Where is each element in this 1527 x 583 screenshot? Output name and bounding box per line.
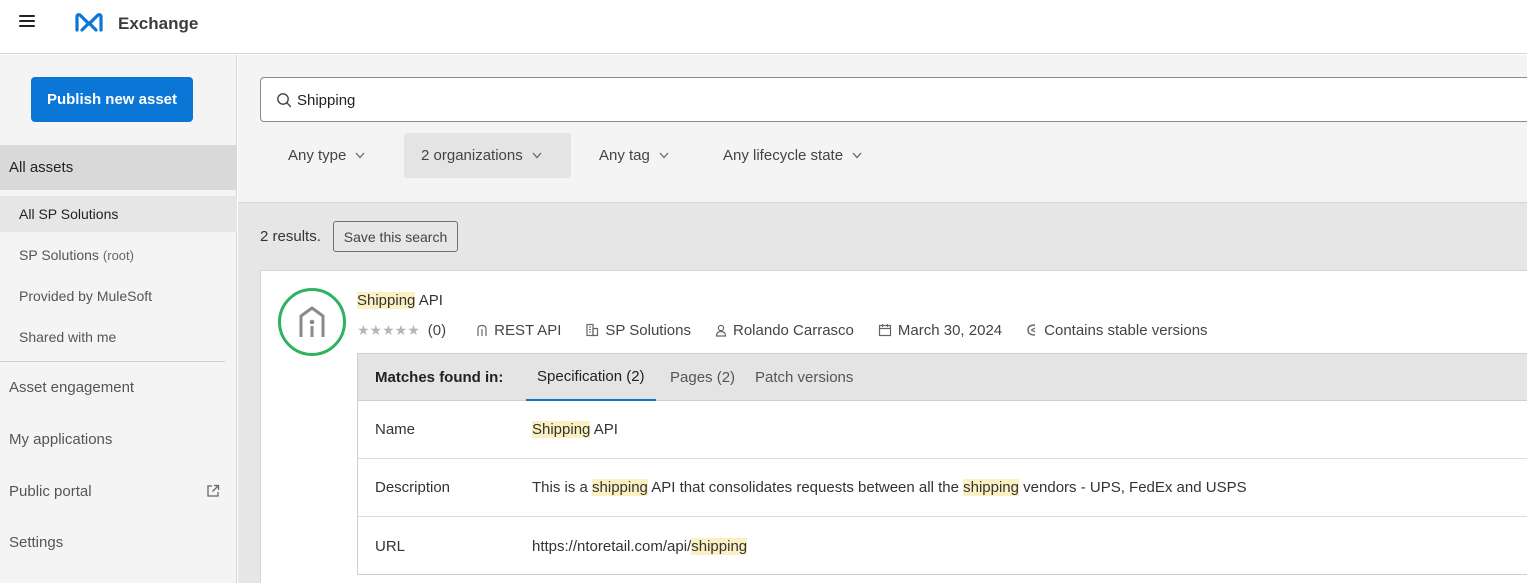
sidebar-item-label: Shared with me bbox=[19, 329, 117, 345]
tab-pages[interactable]: Pages (2) bbox=[670, 354, 735, 401]
search-bar[interactable] bbox=[260, 77, 1527, 122]
search-icon bbox=[277, 93, 292, 108]
save-search-button[interactable]: Save this search bbox=[333, 221, 458, 252]
search-highlight: shipping bbox=[691, 537, 748, 555]
building-icon bbox=[586, 323, 599, 337]
top-header: Exchange bbox=[0, 0, 1527, 54]
user-icon bbox=[715, 324, 727, 337]
sidebar-item-label: Asset engagement bbox=[9, 378, 135, 396]
asset-author-label: Rolando Carrasco bbox=[733, 321, 854, 339]
asset-title-link[interactable]: Shipping API bbox=[357, 292, 443, 309]
rest-api-icon bbox=[477, 324, 487, 336]
sidebar-item-label: My applications bbox=[9, 430, 113, 448]
filter-lifecycle-dropdown[interactable]: Any lifecycle state bbox=[723, 133, 862, 178]
match-key: Name bbox=[375, 421, 416, 438]
tab-patch-versions[interactable]: Patch versions bbox=[755, 354, 853, 401]
matches-header: Matches found in: Specification (2) Page… bbox=[358, 354, 1527, 401]
search-highlight: shipping bbox=[592, 479, 648, 496]
matches-label: Matches found in: bbox=[375, 369, 504, 386]
text-part: This is a bbox=[532, 479, 593, 496]
results-count: 2 results. bbox=[260, 228, 321, 245]
search-highlight: Shipping bbox=[532, 421, 591, 438]
sidebar-item-sp-solutions-root[interactable]: SP Solutions (root) bbox=[0, 237, 237, 273]
sidebar-item-all-assets[interactable]: All assets bbox=[0, 145, 237, 190]
sidebar-item-label: Settings bbox=[9, 533, 64, 551]
match-row-url: URL https://ntoretail.com/api/shipping bbox=[358, 517, 1527, 575]
asset-organization: SP Solutions bbox=[585, 322, 691, 339]
chevron-down-icon bbox=[659, 152, 669, 159]
sidebar-item-settings[interactable]: Settings bbox=[0, 522, 237, 562]
sidebar-item-provided-by-mulesoft[interactable]: Provided by MuleSoft bbox=[0, 278, 237, 314]
results-area: 2 results. Save this search Shipping API… bbox=[238, 202, 1527, 583]
sidebar: Publish new asset All assets All SP Solu… bbox=[0, 55, 237, 583]
match-value: This is a shipping API that consolidates… bbox=[532, 479, 1247, 496]
asset-metadata: ★★★★★ (0) REST API SP Solutions Rolando … bbox=[357, 320, 1208, 340]
sidebar-divider bbox=[0, 361, 225, 362]
search-highlight: Shipping bbox=[357, 292, 416, 309]
calendar-icon bbox=[878, 324, 892, 337]
hamburger-icon[interactable] bbox=[19, 12, 39, 32]
sidebar-item-label: Public portal bbox=[9, 482, 92, 500]
sidebar-item-my-applications[interactable]: My applications bbox=[0, 419, 237, 459]
asset-api-icon bbox=[278, 288, 346, 356]
asset-author: Rolando Carrasco bbox=[715, 322, 854, 339]
asset-organization-label: SP Solutions bbox=[605, 321, 691, 339]
filter-label: 2 organizations bbox=[421, 147, 523, 164]
filter-label: Any tag bbox=[599, 147, 650, 164]
match-row-description: Description This is a shipping API that … bbox=[358, 459, 1527, 517]
filter-label: Any type bbox=[288, 147, 347, 164]
asset-date: March 30, 2024 bbox=[878, 322, 1002, 339]
search-highlight: shipping bbox=[963, 479, 1019, 496]
sidebar-item-public-portal[interactable]: Public portal bbox=[0, 471, 237, 511]
sidebar-item-all-sp-solutions[interactable]: All SP Solutions bbox=[0, 196, 237, 232]
root-label: (root) bbox=[102, 247, 134, 263]
publish-new-asset-button[interactable]: Publish new asset bbox=[31, 77, 193, 122]
sidebar-item-label: SP Solutions bbox=[19, 247, 99, 263]
chevron-down-icon bbox=[532, 152, 542, 159]
asset-lifecycle-label: Contains stable versions bbox=[1044, 321, 1208, 339]
match-key: URL bbox=[375, 537, 406, 555]
sidebar-item-label: All SP Solutions bbox=[19, 206, 119, 222]
mulesoft-logo-icon[interactable] bbox=[73, 10, 105, 36]
filter-label: Any lifecycle state bbox=[723, 147, 844, 164]
rating-stars-icon: ★★★★★ bbox=[357, 321, 420, 338]
sidebar-item-shared-with-me[interactable]: Shared with me bbox=[0, 319, 237, 355]
match-row-name: Name Shipping API bbox=[358, 401, 1527, 459]
match-value: https://ntoretail.com/api/shipping bbox=[532, 537, 748, 555]
asset-card[interactable]: Shipping API ★★★★★ (0) REST API SP Solut… bbox=[260, 270, 1527, 583]
chevron-down-icon bbox=[355, 152, 365, 159]
filter-type-dropdown[interactable]: Any type bbox=[288, 133, 365, 178]
main-content: Any type 2 organizations Any tag Any lif… bbox=[238, 55, 1527, 583]
asset-date-label: March 30, 2024 bbox=[897, 321, 1003, 339]
text-part: API bbox=[590, 421, 618, 438]
asset-lifecycle: Contains stable versions bbox=[1026, 321, 1208, 339]
match-key: Description bbox=[375, 479, 451, 496]
asset-title-rest: API bbox=[415, 292, 443, 309]
search-input[interactable] bbox=[297, 89, 897, 111]
text-part: https://ntoretail.com/api/ bbox=[532, 537, 692, 555]
sidebar-item-asset-engagement[interactable]: Asset engagement bbox=[0, 367, 237, 407]
chevron-down-icon bbox=[852, 152, 862, 159]
text-part: API that consolidates requests between a… bbox=[647, 479, 964, 496]
api-house-icon bbox=[299, 306, 325, 337]
tab-specification[interactable]: Specification (2) bbox=[526, 354, 656, 401]
filter-tag-dropdown[interactable]: Any tag bbox=[599, 133, 669, 178]
app-title: Exchange bbox=[118, 14, 199, 33]
external-link-icon bbox=[207, 484, 220, 497]
sidebar-item-label: Provided by MuleSoft bbox=[19, 288, 153, 304]
match-value: Shipping API bbox=[532, 421, 618, 438]
text-part: vendors - UPS, FedEx and USPS bbox=[1019, 479, 1247, 496]
asset-type: REST API bbox=[476, 322, 561, 339]
asset-type-label: REST API bbox=[494, 321, 562, 339]
matches-panel: Matches found in: Specification (2) Page… bbox=[357, 353, 1527, 575]
lifecycle-icon bbox=[1027, 324, 1036, 336]
filter-organizations-dropdown[interactable]: 2 organizations bbox=[404, 133, 571, 178]
rating-count: (0) bbox=[427, 321, 447, 339]
